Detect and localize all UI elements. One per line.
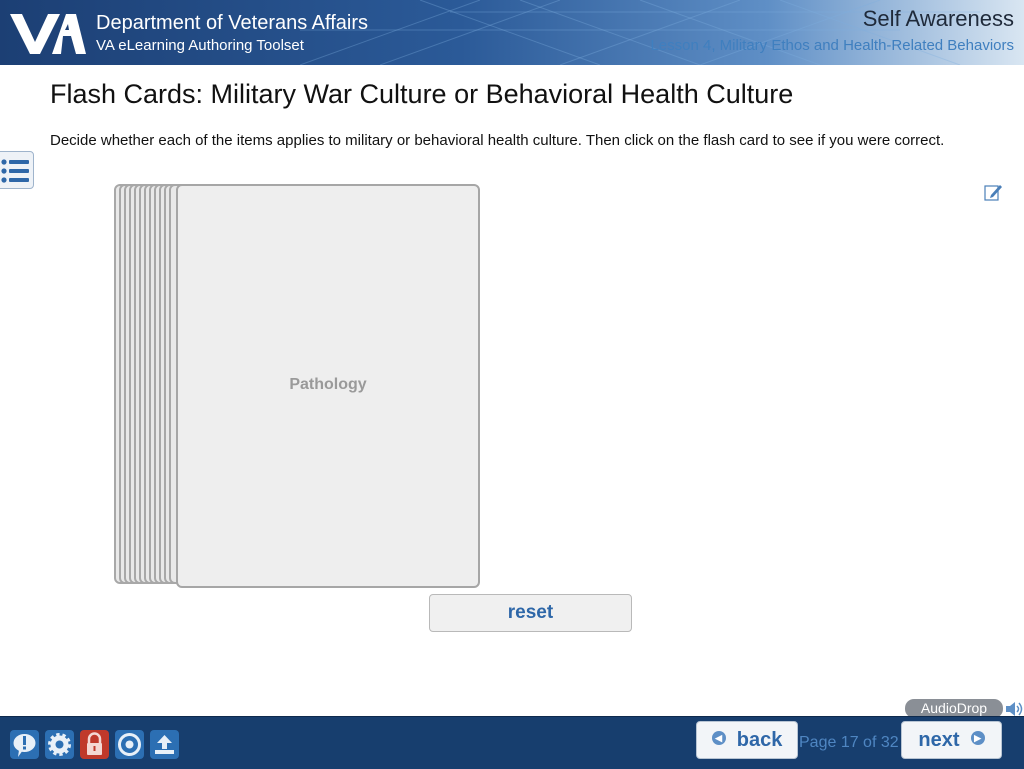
help-icon[interactable]: [10, 730, 39, 759]
flashcard-stack: Pathology: [114, 184, 482, 588]
back-arrow-icon: ◀: [711, 731, 726, 746]
reset-button[interactable]: reset: [429, 594, 632, 632]
org-subtitle: VA eLearning Authoring Toolset: [96, 37, 304, 54]
next-button-label: next: [918, 728, 960, 751]
lock-icon[interactable]: [80, 730, 109, 759]
target-icon[interactable]: [115, 730, 144, 759]
menu-button[interactable]: [0, 151, 34, 189]
page-indicator: Page 17 of 32: [799, 734, 899, 751]
flashcard[interactable]: Pathology: [176, 184, 480, 588]
next-button[interactable]: next ▶: [901, 721, 1002, 759]
instructions-text: Decide whether each of the items applies…: [50, 132, 945, 149]
back-button[interactable]: ◀ back: [696, 721, 798, 759]
settings-icon[interactable]: [45, 730, 74, 759]
page-title: Flash Cards: Military War Culture or Beh…: [50, 79, 794, 109]
org-title: Department of Veterans Affairs: [96, 12, 369, 34]
course-title: Self Awareness: [862, 6, 1014, 31]
lesson-title: Lesson 4, Military Ethos and Health-Rela…: [650, 37, 1014, 54]
list-menu-icon: [1, 159, 29, 183]
footer-bar: ◀ back Page 17 of 32 next ▶: [0, 716, 1024, 769]
upload-icon[interactable]: [150, 730, 179, 759]
edit-notes-icon[interactable]: [983, 182, 1003, 202]
header-banner: Department of Veterans Affairs VA eLearn…: [0, 0, 1024, 65]
flashcard-text: Pathology: [289, 376, 367, 393]
back-button-label: back: [736, 728, 783, 751]
va-logo-icon: [10, 14, 86, 54]
next-arrow-icon: ▶: [970, 731, 985, 746]
